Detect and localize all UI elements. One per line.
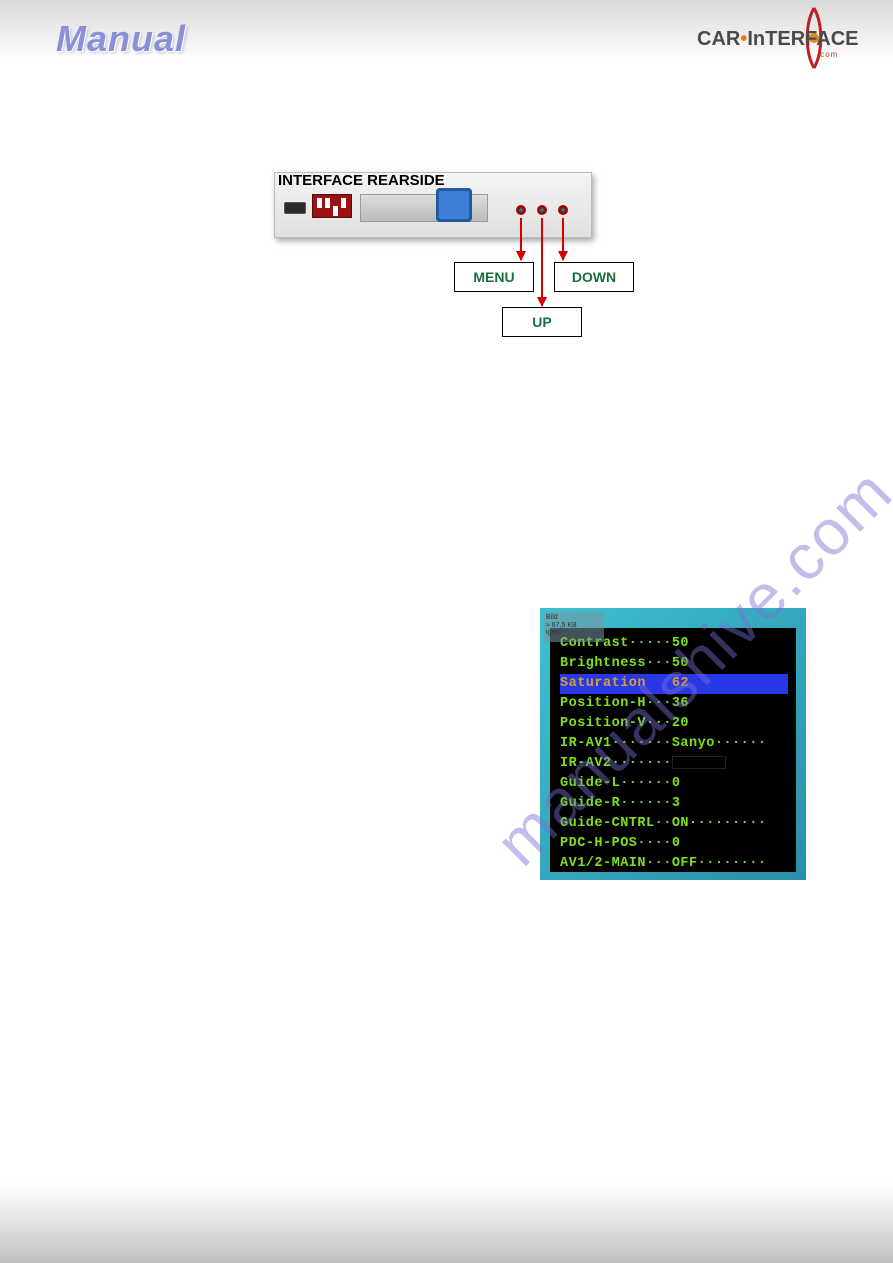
manual-logo: Manual xyxy=(56,18,186,60)
osd-row-6: IR-AV2······· xyxy=(560,754,788,774)
osd-menu: Contrast·····50Brightness···50Saturation… xyxy=(550,628,796,872)
up-button-label: UP xyxy=(502,307,582,337)
brand-car: CAR xyxy=(697,28,740,50)
blue-connector-icon xyxy=(436,188,472,222)
arrow-menu-icon xyxy=(520,218,522,260)
osd-redacted-box xyxy=(672,756,726,769)
brand-logo: CAR•InTERFACE .com xyxy=(697,6,867,70)
osd-corner-l1: Bild xyxy=(546,614,602,622)
osd-row-10: PDC-H-POS····0 xyxy=(560,834,788,854)
osd-corner-l2: ≈ 67,5 KB xyxy=(546,622,602,630)
dip-switch-icon xyxy=(312,194,352,218)
down-button-label: DOWN xyxy=(554,262,634,292)
menu-button-label: MENU xyxy=(454,262,534,292)
osd-corner-overlay: Bild ≈ 67,5 KB igen: xyxy=(544,612,604,642)
arrow-down-icon xyxy=(562,218,564,260)
pinhole-down-icon xyxy=(558,205,568,215)
osd-row-1: Brightness···50 xyxy=(560,654,788,674)
osd-row-4: Position-V···20 xyxy=(560,714,788,734)
osd-row-2: Saturation 62 xyxy=(560,674,788,694)
osd-corner-l3: igen: xyxy=(546,629,602,637)
brand-sub: .com xyxy=(817,50,838,59)
pinhole-menu-icon xyxy=(516,205,526,215)
usb-port-icon xyxy=(284,202,306,214)
footer-gradient xyxy=(0,1183,893,1263)
osd-row-3: Position-H···36 xyxy=(560,694,788,714)
brand-text: CAR•InTERFACE xyxy=(697,28,858,51)
arrow-up-icon xyxy=(541,218,543,306)
osd-row-9: Guide-CNTRL··ON········· xyxy=(560,814,788,834)
osd-row-11: AV1/2-MAIN···OFF········ xyxy=(560,854,788,874)
device-label: INTERFACE REARSIDE xyxy=(278,172,445,189)
pinhole-up-icon xyxy=(537,205,547,215)
osd-row-8: Guide-R······3 xyxy=(560,794,788,814)
brand-interface: InTERFACE xyxy=(747,28,858,50)
osd-row-7: Guide-L······0 xyxy=(560,774,788,794)
osd-row-5: IR-AV1·······Sanyo······ xyxy=(560,734,788,754)
